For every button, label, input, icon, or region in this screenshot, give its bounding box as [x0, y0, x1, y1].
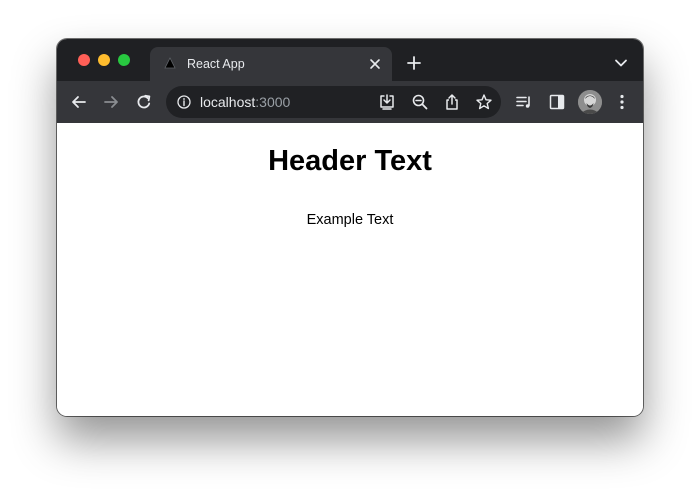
zoom-out-icon[interactable]: [411, 93, 429, 111]
info-icon[interactable]: [177, 95, 191, 109]
tab-title: React App: [187, 57, 245, 71]
toolbar: localhost:3000: [57, 81, 643, 123]
browser-window: React App localhost:3000 Header Text Exa…: [57, 39, 643, 416]
tab-react-app[interactable]: React App: [150, 47, 392, 81]
side-panel-icon[interactable]: [548, 93, 566, 111]
kebab-menu-icon[interactable]: [613, 93, 631, 111]
arrow-left-icon[interactable]: [70, 93, 88, 111]
page-title: Header Text: [268, 145, 432, 177]
close-icon[interactable]: [368, 57, 382, 71]
zoom-window-button[interactable]: [118, 54, 130, 66]
plus-icon[interactable]: [406, 55, 422, 71]
page-content: Header Text Example Text: [57, 123, 643, 416]
address-bar[interactable]: localhost:3000: [166, 86, 501, 118]
url-host: localhost: [200, 94, 256, 110]
close-window-button[interactable]: [78, 54, 90, 66]
install-icon[interactable]: [378, 93, 396, 111]
triangle-favicon-icon: [164, 57, 176, 69]
tab-strip: React App: [57, 39, 643, 81]
page-body-text: Example Text: [306, 212, 394, 228]
minimize-window-button[interactable]: [98, 54, 110, 66]
chevron-down-icon[interactable]: [614, 58, 628, 68]
url-text[interactable]: localhost:3000: [200, 94, 290, 110]
reading-list-icon[interactable]: [515, 93, 533, 111]
avatar[interactable]: [578, 90, 602, 114]
reload-icon[interactable]: [135, 93, 153, 111]
url-port: :3000: [255, 94, 291, 110]
star-icon[interactable]: [475, 93, 493, 111]
arrow-right-icon[interactable]: [102, 93, 120, 111]
share-icon[interactable]: [443, 93, 461, 111]
